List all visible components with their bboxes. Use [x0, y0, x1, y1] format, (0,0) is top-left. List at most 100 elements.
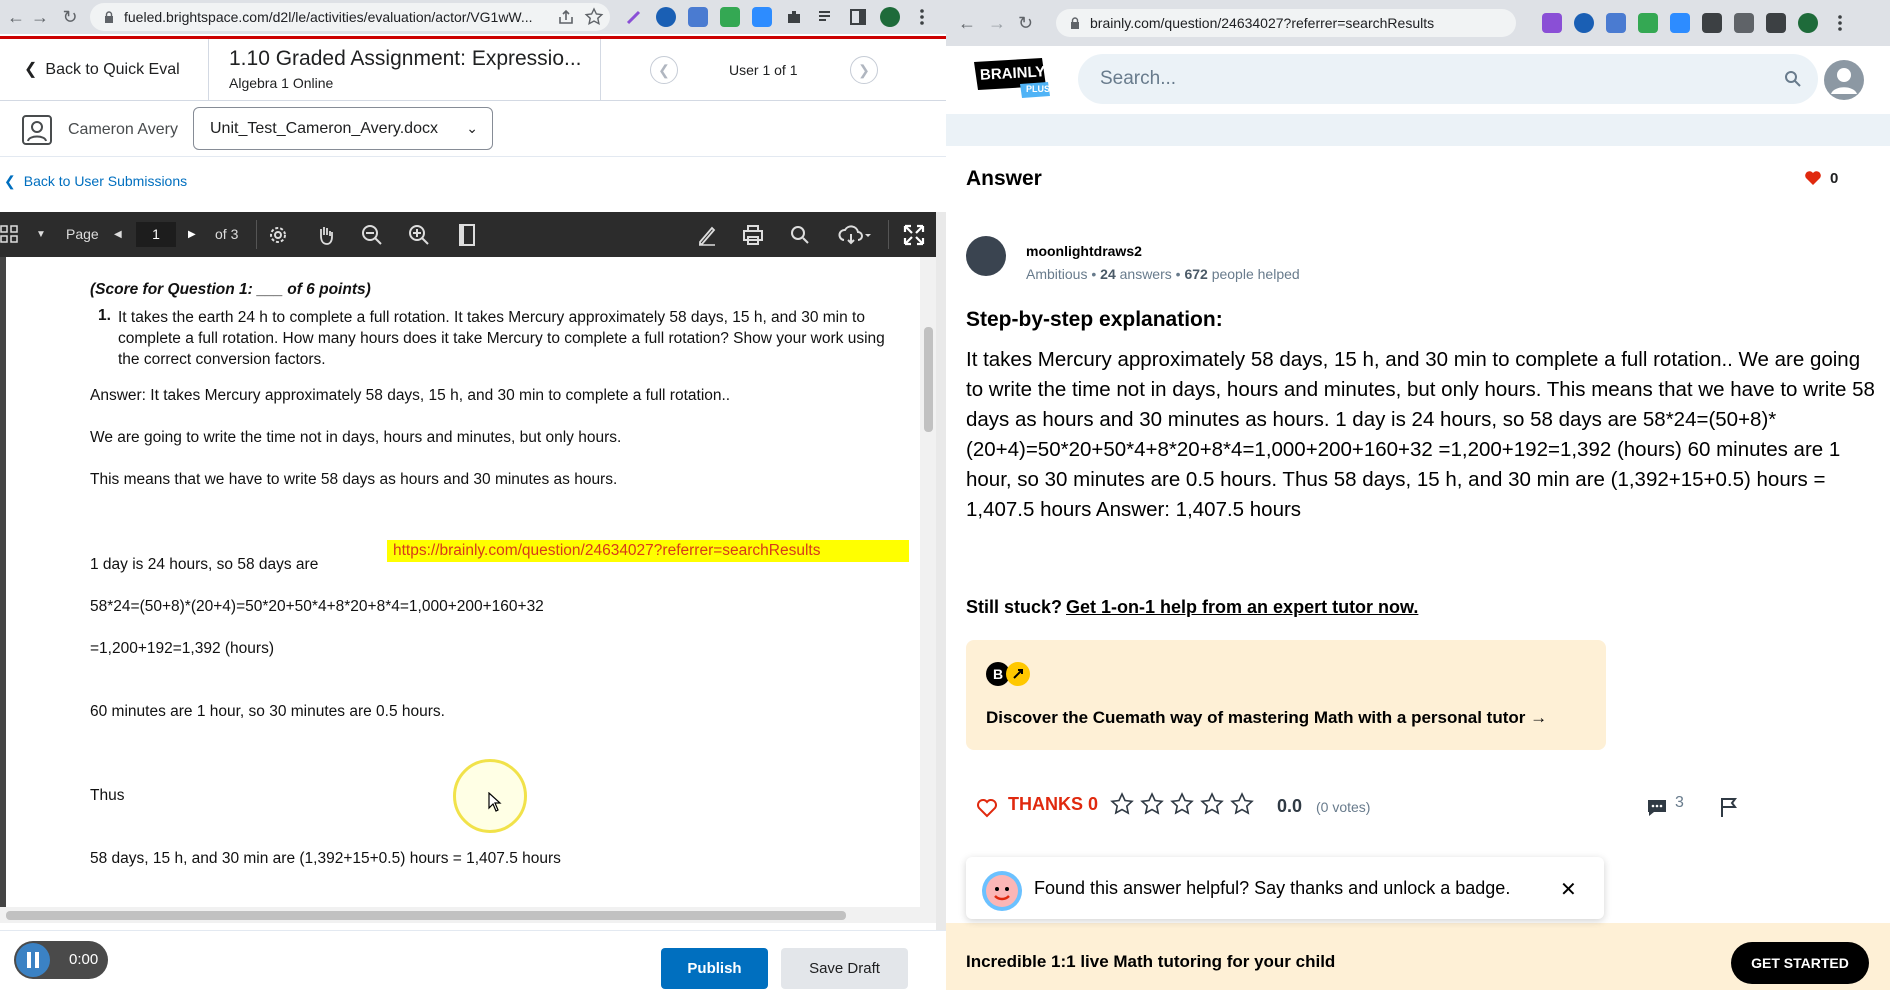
comments-icon[interactable]	[1646, 798, 1668, 818]
pen-extension-icon[interactable]	[1542, 13, 1562, 33]
k-extension-icon[interactable]	[1574, 13, 1594, 33]
answer-line: Answer: It takes Mercury approximately 5…	[90, 387, 731, 404]
back-arrow-icon[interactable]: ←	[958, 13, 976, 34]
recording-widget[interactable]: 0:00	[14, 941, 108, 979]
author-rank: Ambitious	[1026, 266, 1088, 282]
doc-line-6: =1,200+192=1,392 (hours)	[90, 640, 274, 657]
brainly-link-highlight[interactable]: https://brainly.com/question/24634027?re…	[387, 540, 909, 562]
back-arrow-icon[interactable]: ←	[6, 7, 26, 27]
back-to-user-submissions-link[interactable]: ❮ Back to User Submissions	[0, 173, 187, 190]
forward-arrow-icon[interactable]: →	[30, 7, 50, 27]
settings-gear-icon[interactable]	[266, 223, 290, 247]
brainly-logo-plus: PLUS	[1026, 84, 1051, 94]
brainly-logo[interactable]: BRAINLY PLUS	[972, 56, 1052, 98]
search-icon[interactable]	[1784, 70, 1802, 88]
puzzle-icon[interactable]	[1702, 13, 1722, 33]
user-avatar[interactable]	[1824, 60, 1864, 100]
author-answers-count: 24	[1100, 266, 1116, 282]
hand-pan-icon[interactable]	[314, 223, 338, 247]
document-page: (Score for Question 1: ___ of 6 points) …	[0, 257, 920, 907]
playlist-icon[interactable]	[1734, 13, 1754, 33]
toast-message: Found this answer helpful? Say thanks an…	[1034, 878, 1511, 898]
zoom-in-icon[interactable]	[407, 223, 431, 247]
annotate-pen-icon[interactable]	[695, 223, 719, 247]
heart-icon[interactable]	[1804, 170, 1822, 186]
lock-icon	[1070, 17, 1080, 29]
author-avatar[interactable]	[966, 236, 1006, 276]
zoom-out-icon[interactable]	[360, 223, 384, 247]
back-user-submissions-label: Back to User Submissions	[23, 173, 188, 189]
kebab-menu-icon[interactable]	[1830, 13, 1850, 33]
reload-icon[interactable]: ↻	[60, 7, 80, 27]
next-page-button[interactable]: ▶	[188, 212, 196, 257]
puzzle-icon[interactable]	[784, 7, 804, 27]
page-label: Page	[66, 226, 99, 242]
previous-page-button[interactable]: ◀	[114, 212, 122, 257]
share-icon[interactable]	[556, 7, 576, 27]
cuemath-promo-text: Discover the Cuemath way of mastering Ma…	[986, 708, 1548, 727]
right-address-bar[interactable]: brainly.com/question/24634027?referrer=s…	[1056, 9, 1516, 37]
playlist-icon[interactable]	[816, 7, 836, 27]
rating-stars[interactable]	[1110, 792, 1270, 820]
download-cloud-icon[interactable]	[838, 223, 872, 247]
publish-button[interactable]: Publish	[661, 948, 768, 989]
kebab-menu-icon[interactable]	[912, 7, 932, 27]
search-icon[interactable]	[788, 223, 812, 247]
zoom-extension-icon[interactable]	[1670, 13, 1690, 33]
get-started-button[interactable]: GET STARTED	[1731, 942, 1869, 984]
thanks-button[interactable]: THANKS 0	[1008, 794, 1098, 815]
reload-icon[interactable]: ↻	[1018, 13, 1033, 34]
vertical-scrollbar[interactable]	[920, 257, 936, 907]
vertical-scroll-thumb[interactable]	[924, 327, 933, 432]
fullscreen-icon[interactable]	[902, 223, 926, 247]
horizontal-scroll-thumb[interactable]	[6, 911, 846, 920]
pause-recording-button[interactable]	[16, 943, 50, 977]
star-icon	[1170, 792, 1194, 815]
flag-icon[interactable]	[1718, 796, 1740, 818]
thanks-heart-icon[interactable]	[976, 798, 998, 818]
k-extension-icon[interactable]	[656, 7, 676, 27]
print-icon[interactable]	[741, 223, 765, 247]
doc-line-2: We are going to write the time not in da…	[90, 429, 622, 446]
doc-line-8: Thus	[90, 787, 125, 804]
pen-extension-icon[interactable]	[624, 7, 644, 27]
question-text: It takes the earth 24 h to complete a fu…	[118, 309, 885, 368]
green-extension-icon[interactable]	[720, 7, 740, 27]
next-user-button[interactable]: ❯	[850, 56, 878, 84]
close-icon[interactable]: ✕	[1560, 877, 1577, 902]
badge-icon	[982, 871, 1022, 911]
back-to-quick-eval-link[interactable]: ❮ Back to Quick Eval	[24, 59, 180, 79]
tutoring-banner: Incredible 1:1 live Math tutoring for yo…	[946, 923, 1890, 990]
pane-resize-handle[interactable]	[936, 212, 946, 932]
previous-user-button[interactable]: ❮	[650, 56, 678, 84]
profile-avatar-icon[interactable]	[880, 7, 900, 27]
star-icon[interactable]	[584, 7, 604, 27]
user-bar: Cameron Avery Unit_Test_Cameron_Avery.do…	[0, 101, 946, 157]
forward-arrow-icon[interactable]: →	[988, 13, 1006, 34]
lock-icon	[104, 11, 114, 23]
green-extension-icon[interactable]	[1638, 13, 1658, 33]
search-input[interactable]: Search...	[1078, 54, 1818, 104]
user-profile-icon	[22, 115, 52, 145]
score-line: (Score for Question 1: ___ of 6 points)	[90, 281, 371, 298]
author-name[interactable]: moonlightdraws2	[1026, 243, 1142, 259]
zoom-extension-icon[interactable]	[752, 7, 772, 27]
gear-extension-icon[interactable]	[688, 7, 708, 27]
fit-page-icon[interactable]	[455, 223, 479, 247]
submission-file-select[interactable]: Unit_Test_Cameron_Avery.docx ⌄	[193, 107, 493, 150]
sidepanel-icon[interactable]	[1766, 13, 1786, 33]
expert-tutor-link[interactable]: Get 1-on-1 help from an expert tutor now…	[1066, 597, 1418, 617]
header-divider	[208, 39, 209, 101]
caret-down-icon[interactable]: ▼	[36, 212, 46, 257]
grid-view-icon[interactable]	[0, 224, 24, 248]
heart-count: 0	[1830, 170, 1839, 187]
page-number-input[interactable]: 1	[136, 222, 176, 247]
save-draft-button[interactable]: Save Draft	[781, 948, 908, 989]
profile-avatar-icon[interactable]	[1798, 13, 1818, 33]
gear-extension-icon[interactable]	[1606, 13, 1626, 33]
left-address-bar[interactable]: fueled.brightspace.com/d2l/le/activities…	[90, 3, 610, 31]
course-name: Algebra 1 Online	[229, 75, 334, 91]
horizontal-scrollbar[interactable]	[0, 907, 936, 923]
cuemath-promo-card[interactable]: B Discover the Cuemath way of mastering …	[966, 640, 1606, 750]
sidepanel-icon[interactable]	[848, 7, 868, 27]
